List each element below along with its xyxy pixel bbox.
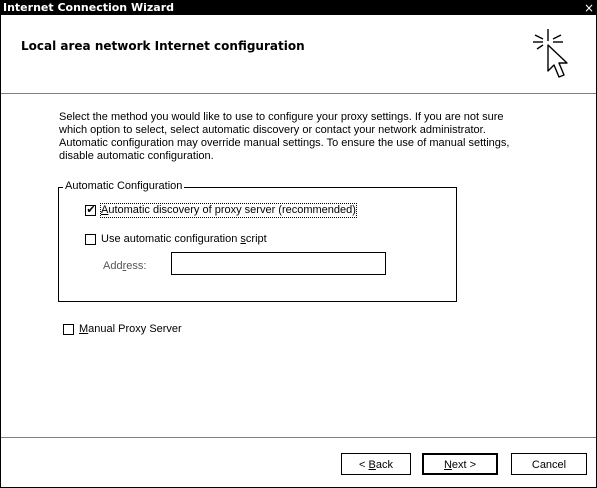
auto-discovery-checkbox[interactable]: ✔ [85, 203, 96, 216]
label-text: anual Proxy Server [88, 323, 182, 335]
mnemonic: N [443, 459, 452, 471]
header-separator [1, 93, 596, 95]
back-button[interactable]: < Back [341, 453, 411, 475]
wizard-window: Internet Connection Wizard × Local area … [0, 0, 597, 488]
address-label: Address: [103, 260, 146, 273]
label-text: < [359, 459, 369, 471]
manual-proxy-checkbox[interactable] [63, 324, 74, 335]
label-text: Use automatic configuration [101, 233, 241, 245]
cancel-button[interactable]: Cancel [511, 453, 587, 475]
label-text: cript [245, 233, 267, 245]
manual-proxy-label[interactable]: Manual Proxy Server [79, 323, 182, 336]
config-script-label[interactable]: Use automatic configuration script [101, 233, 267, 246]
label-text: utomatic discovery of proxy server (reco… [108, 204, 356, 216]
label-text: ess: [126, 260, 147, 272]
window-title: Internet Connection Wizard [3, 1, 174, 14]
footer-separator [1, 437, 596, 439]
wizard-header: Local area network Internet configuratio… [1, 15, 596, 93]
address-input[interactable] [171, 252, 386, 275]
label-text: ext > [451, 459, 477, 471]
checkmark-icon: ✔ [86, 203, 96, 216]
close-icon[interactable]: × [582, 1, 596, 15]
next-button[interactable]: Next > [422, 453, 498, 475]
label-text: Add [103, 260, 123, 272]
instructions-text: Select the method you would like to use … [59, 111, 510, 162]
config-script-checkbox[interactable] [85, 234, 96, 245]
label-text: ack [375, 459, 393, 471]
title-bar[interactable]: Internet Connection Wizard × [1, 1, 596, 15]
mnemonic: M [79, 323, 89, 335]
page-title: Local area network Internet configuratio… [21, 39, 305, 53]
pointer-cursor-icon [533, 29, 568, 78]
auto-discovery-label[interactable]: Automatic discovery of proxy server (rec… [100, 203, 357, 218]
group-label: Automatic Configuration [63, 180, 185, 193]
mnemonic: B [368, 459, 376, 471]
